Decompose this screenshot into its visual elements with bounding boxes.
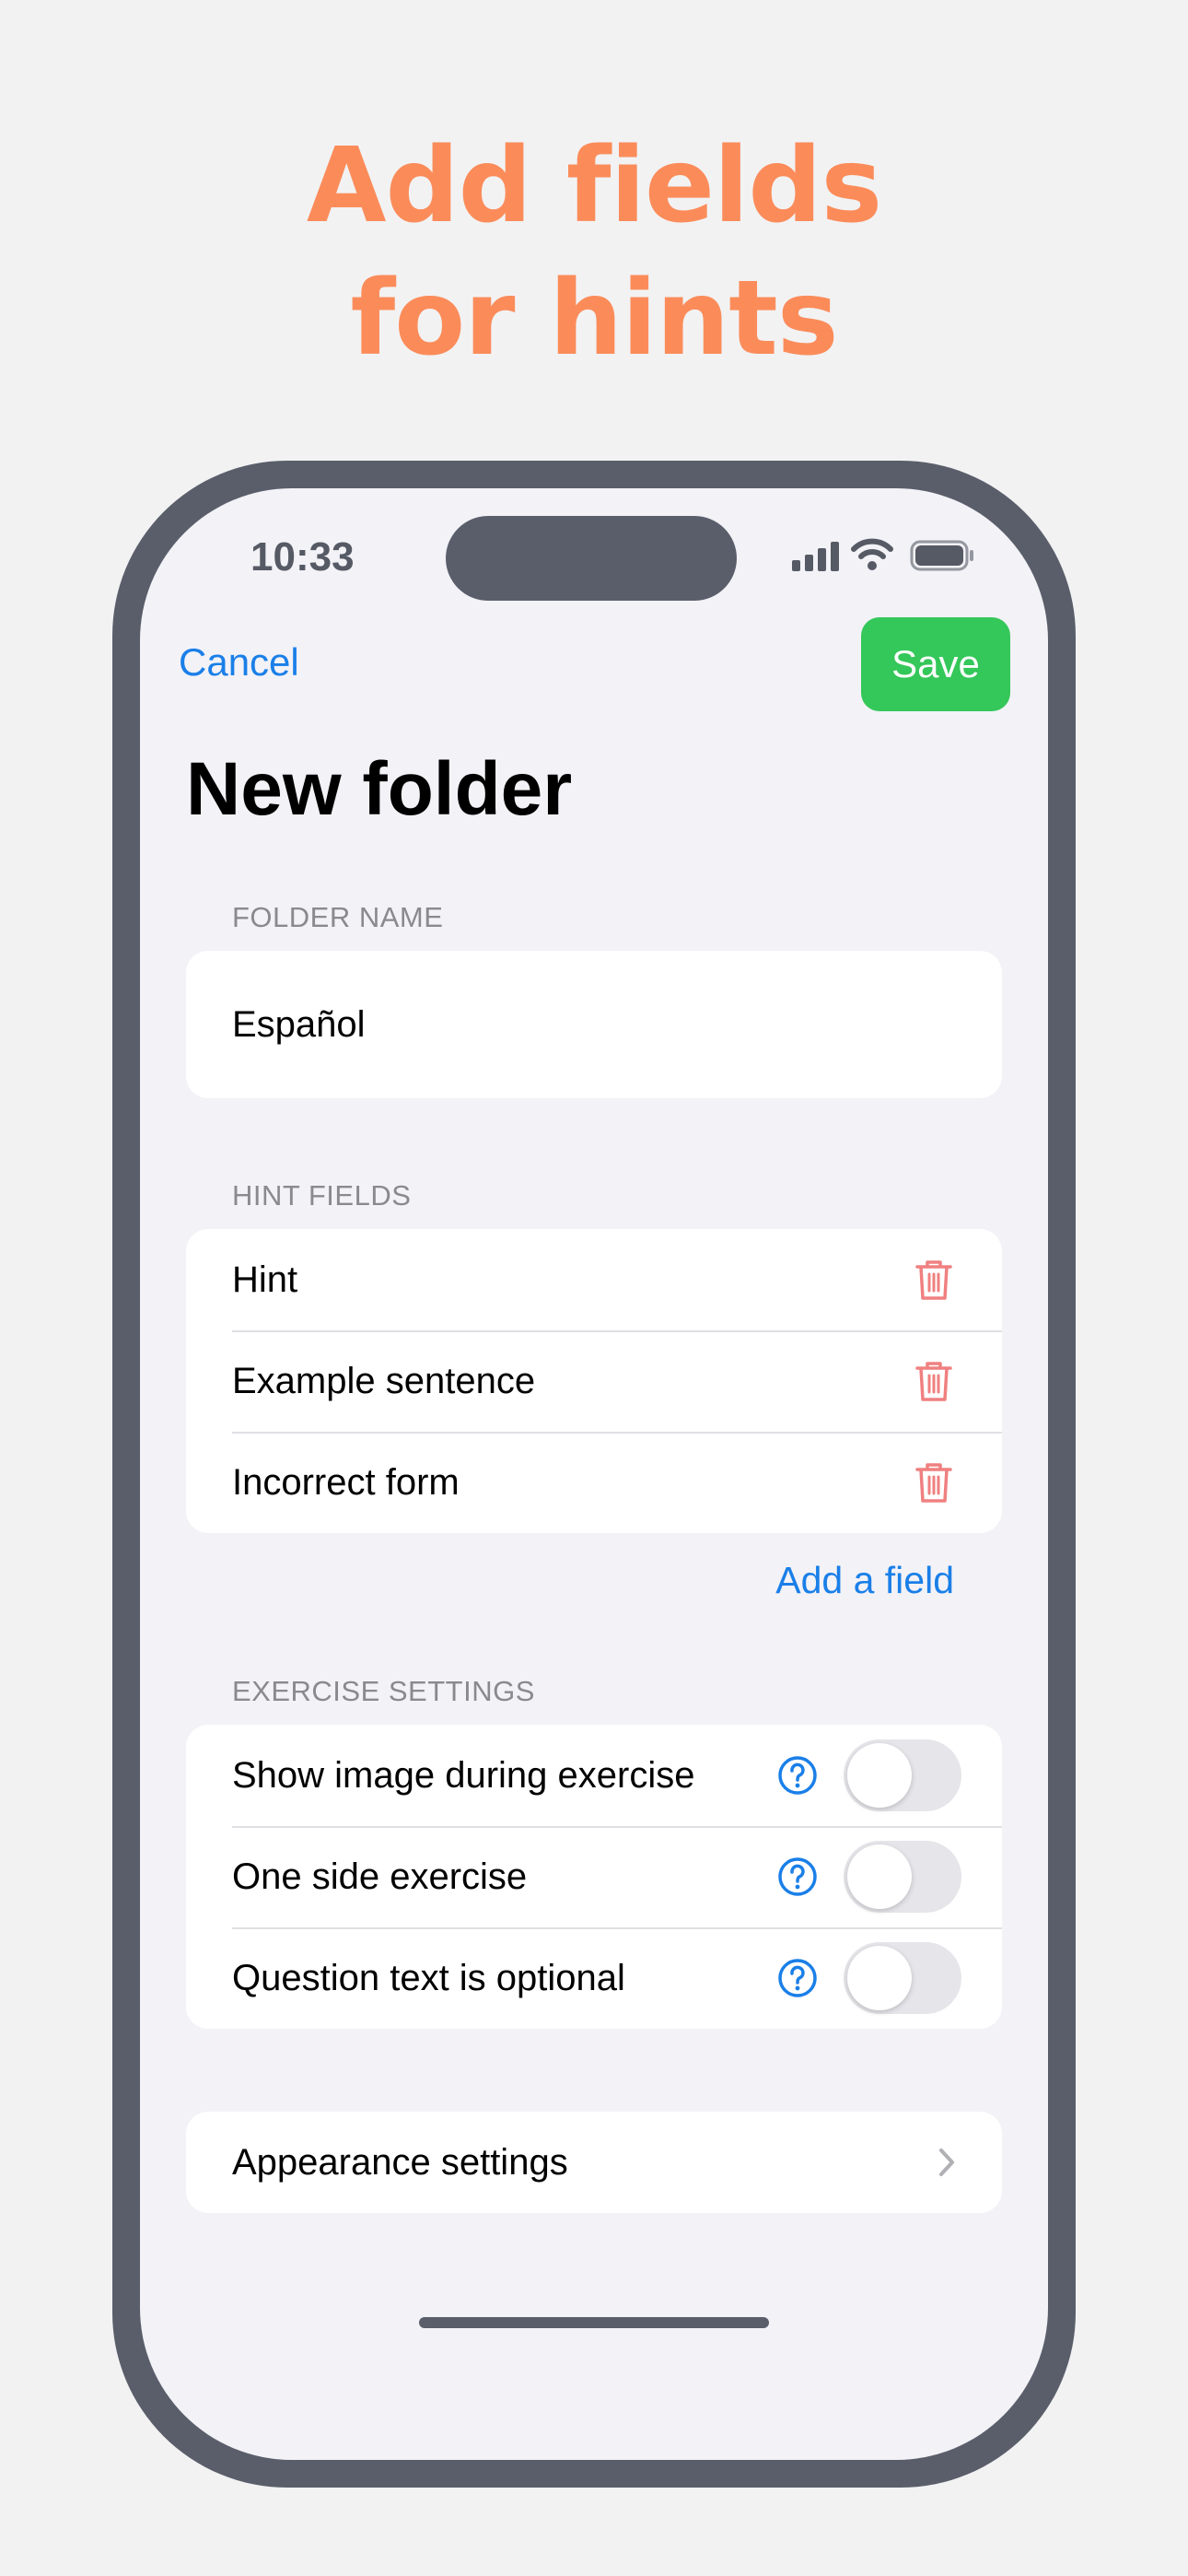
setting-label: One side exercise [232, 1856, 528, 1897]
page-title: New folder [186, 747, 573, 831]
headline: Add fields for hints [0, 120, 1188, 385]
appearance-settings-row[interactable]: Appearance settings [186, 2112, 1002, 2213]
hint-field-label: Example sentence [232, 1360, 536, 1401]
headline-line-1: Add fields [306, 126, 882, 246]
headline-line-2: for hints [350, 259, 839, 379]
appearance-card: Appearance settings [186, 2112, 1002, 2213]
save-button[interactable]: Save [861, 617, 1010, 711]
toggle-knob [847, 1844, 912, 1909]
hint-field-row[interactable]: Incorrect form [186, 1432, 1002, 1533]
folder-name-card: Español [186, 951, 1002, 1098]
add-field-button[interactable]: Add a field [775, 1559, 954, 1602]
hint-field-row[interactable]: Example sentence [186, 1330, 1002, 1432]
app-store-screenshot: Add fields for hints 10:33 Cancel Save N… [0, 0, 1188, 2576]
setting-row-question-optional: Question text is optional [186, 1927, 1002, 2029]
setting-row-show-image: Show image during exercise [186, 1725, 1002, 1826]
dynamic-island [446, 516, 737, 601]
hint-field-row[interactable]: Hint [186, 1229, 1002, 1330]
cellular-signal-icon [792, 542, 839, 571]
trash-icon[interactable] [914, 1258, 954, 1302]
cancel-button[interactable]: Cancel [179, 640, 299, 685]
one-side-toggle[interactable] [844, 1841, 961, 1913]
setting-label: Show image during exercise [232, 1754, 695, 1796]
question-circle-icon[interactable] [777, 1958, 818, 1998]
hint-field-label: Hint [232, 1259, 298, 1300]
folder-name-input[interactable]: Español [186, 951, 1002, 1098]
hint-fields-section-label: HINT FIELDS [232, 1179, 412, 1212]
trash-icon[interactable] [914, 1359, 954, 1403]
toggle-knob [847, 1743, 912, 1808]
status-time: 10:33 [250, 534, 355, 580]
chevron-right-icon [939, 2149, 954, 2176]
question-circle-icon[interactable] [777, 1755, 818, 1796]
hint-fields-card: Hint Example sentence Incorrect form [186, 1229, 1002, 1533]
toggle-knob [847, 1946, 912, 2010]
exercise-settings-section-label: EXERCISE SETTINGS [232, 1675, 535, 1707]
wifi-icon [851, 538, 893, 570]
setting-label: Question text is optional [232, 1957, 625, 1998]
setting-row-one-side: One side exercise [186, 1826, 1002, 1927]
appearance-settings-label: Appearance settings [232, 2141, 568, 2183]
phone-screen: 10:33 Cancel Save New folder FOLDER NAME… [140, 488, 1048, 2460]
folder-name-section-label: FOLDER NAME [232, 901, 444, 933]
question-optional-toggle[interactable] [844, 1942, 961, 2014]
question-circle-icon[interactable] [777, 1856, 818, 1897]
hint-field-label: Incorrect form [232, 1461, 460, 1503]
home-indicator[interactable] [419, 2317, 769, 2328]
battery-icon [910, 540, 973, 571]
trash-icon[interactable] [914, 1460, 954, 1505]
exercise-settings-card: Show image during exercise One side exer… [186, 1725, 1002, 2029]
show-image-toggle[interactable] [844, 1739, 961, 1811]
